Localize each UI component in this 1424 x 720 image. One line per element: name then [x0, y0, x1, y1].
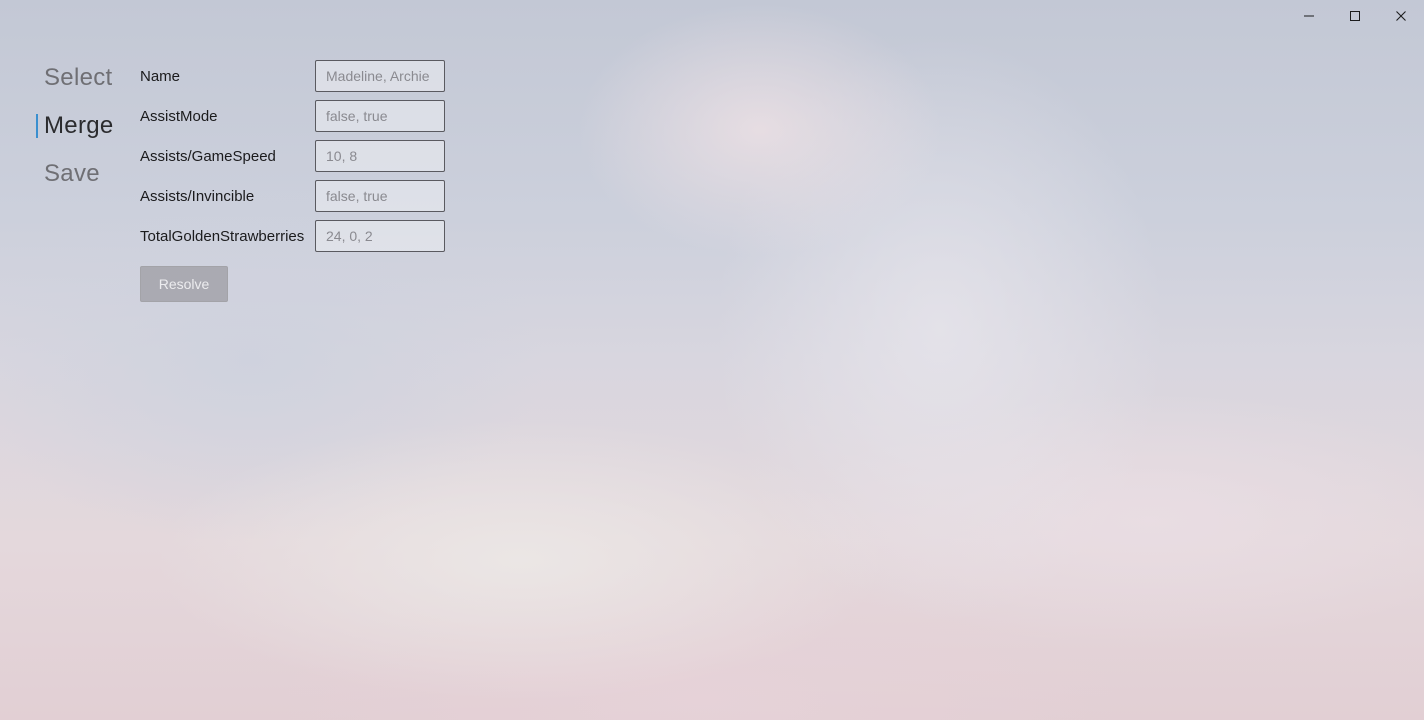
nav-item-merge[interactable]: Merge [36, 102, 136, 150]
gamespeed-label: Assists/GameSpeed [140, 147, 276, 165]
nav-item-save[interactable]: Save [36, 150, 136, 198]
gamespeed-input[interactable] [315, 140, 445, 172]
nav-item-label: Merge [44, 112, 114, 139]
name-input[interactable] [315, 60, 445, 92]
assistmode-label: AssistMode [140, 107, 218, 125]
assistmode-input[interactable] [315, 100, 445, 132]
merge-form: Name AssistMode Assists/GameSpeed Assist… [140, 56, 445, 302]
window-controls [1286, 0, 1424, 32]
name-label: Name [140, 67, 181, 85]
maximize-icon [1349, 10, 1361, 22]
nav-item-select[interactable]: Select [36, 54, 136, 102]
form-row-assistmode: AssistMode [140, 96, 445, 136]
minimize-icon [1303, 10, 1315, 22]
nav-item-label: Select [44, 64, 113, 91]
resolve-button[interactable]: Resolve [140, 266, 228, 302]
minimize-button[interactable] [1286, 0, 1332, 32]
invincible-label: Assists/Invincible [140, 187, 255, 205]
form-row-invincible: Assists/Invincible [140, 176, 445, 216]
form-row-gamespeed: Assists/GameSpeed [140, 136, 445, 176]
main-navigation: Select Merge Save [36, 54, 136, 198]
maximize-button[interactable] [1332, 0, 1378, 32]
nav-item-label: Save [44, 160, 100, 187]
form-row-golden-strawberries: TotalGoldenStrawberries [140, 216, 445, 256]
close-button[interactable] [1378, 0, 1424, 32]
invincible-input[interactable] [315, 180, 445, 212]
golden-strawberries-label: TotalGoldenStrawberries [140, 227, 305, 245]
close-icon [1395, 10, 1407, 22]
golden-strawberries-input[interactable] [315, 220, 445, 252]
form-row-name: Name [140, 56, 445, 96]
